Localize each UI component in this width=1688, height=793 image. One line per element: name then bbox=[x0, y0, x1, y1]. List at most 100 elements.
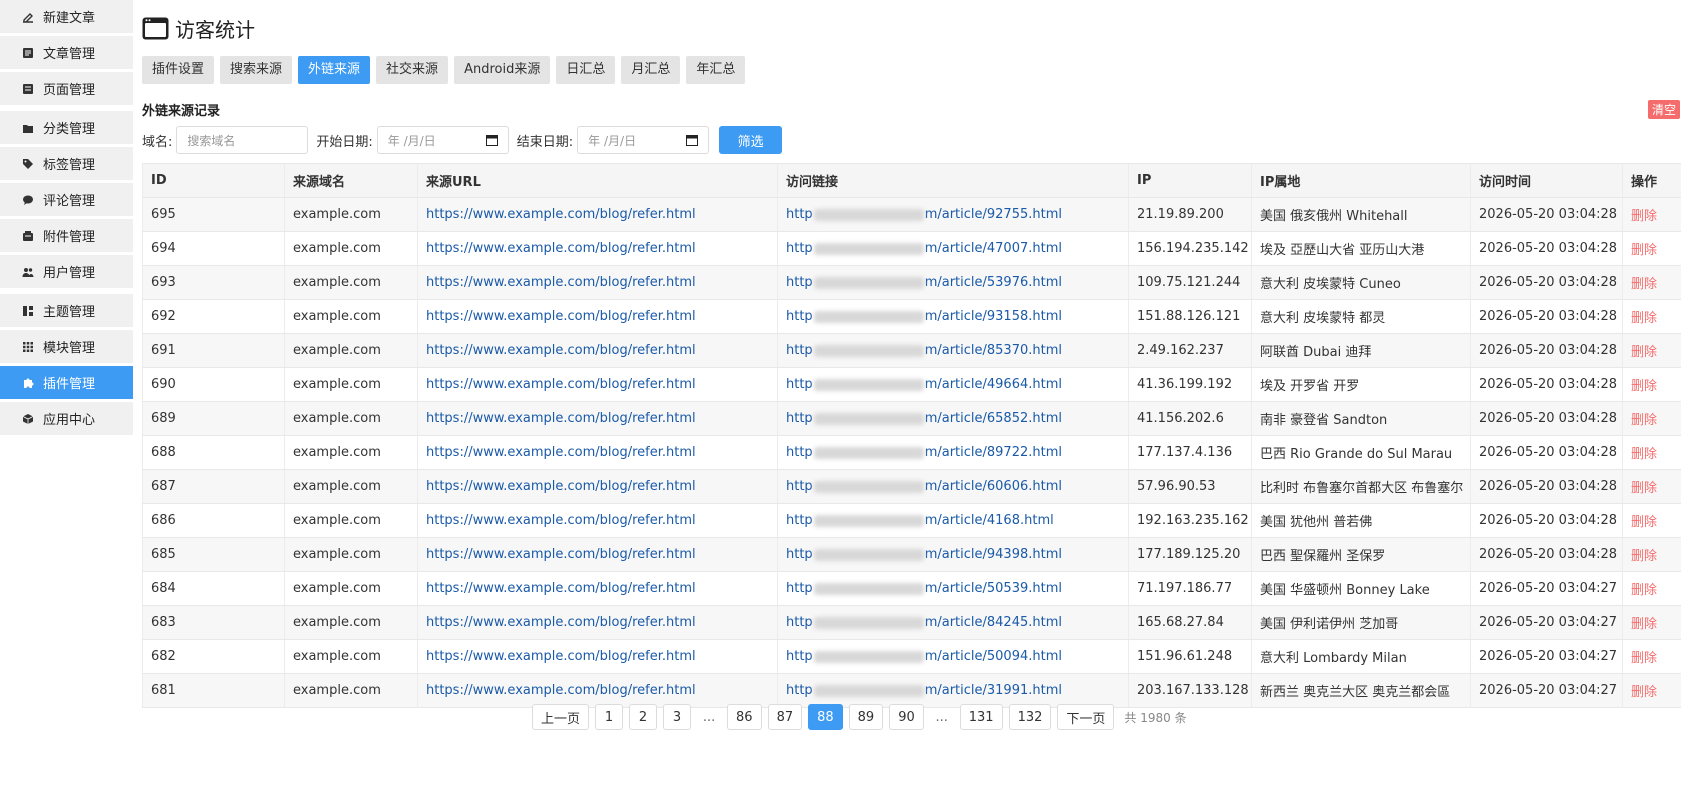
page-button[interactable]: 132 bbox=[1008, 704, 1052, 730]
row-visit-link[interactable]: http m/article/49664.html bbox=[777, 367, 1129, 402]
row-source-url[interactable]: https://www.example.com/blog/refer.html bbox=[417, 605, 778, 640]
row-domain: example.com bbox=[284, 197, 418, 232]
row-source-url[interactable]: https://www.example.com/blog/refer.html bbox=[417, 367, 778, 402]
tab[interactable]: 年汇总 bbox=[686, 56, 746, 84]
filter-button[interactable]: 筛选 bbox=[719, 126, 783, 154]
tab[interactable]: 月汇总 bbox=[621, 56, 681, 84]
row-source-url[interactable]: https://www.example.com/blog/refer.html bbox=[417, 231, 778, 266]
tab[interactable]: 社交来源 bbox=[376, 56, 449, 84]
calendar-icon[interactable] bbox=[686, 134, 699, 146]
table-row: 685 example.com https://www.example.com/bl… bbox=[142, 537, 1681, 572]
calendar-icon[interactable] bbox=[485, 134, 498, 146]
sidebar-item[interactable]: 文章管理 bbox=[0, 36, 133, 69]
domain-search-input[interactable]: 搜索域名 bbox=[176, 126, 309, 154]
row-source-url[interactable]: https://www.example.com/blog/refer.html bbox=[417, 571, 778, 606]
row-visit-link[interactable]: http m/article/65852.html bbox=[777, 401, 1129, 436]
row-visit-link[interactable]: http m/article/93158.html bbox=[777, 299, 1129, 334]
tab[interactable]: Android来源 bbox=[454, 56, 551, 84]
page-button[interactable]: 86 bbox=[727, 704, 762, 730]
row-source-url[interactable]: https://www.example.com/blog/refer.html bbox=[417, 503, 778, 538]
row-visit-link[interactable]: http m/article/53976.html bbox=[777, 265, 1129, 300]
row-ip: 41.156.202.6 bbox=[1128, 401, 1252, 436]
row-visit-link[interactable]: http m/article/84245.html bbox=[777, 605, 1129, 640]
row-visit-link[interactable]: http m/article/4168.html bbox=[777, 503, 1129, 538]
row-domain: example.com bbox=[284, 401, 418, 436]
row-ip: 192.163.235.162 bbox=[1128, 503, 1252, 538]
row-domain: example.com bbox=[284, 299, 418, 334]
page-button[interactable]: 1 bbox=[595, 704, 624, 730]
sidebar-item[interactable]: 插件管理 bbox=[0, 366, 133, 399]
visit-link-prefix: http bbox=[786, 581, 813, 596]
tab[interactable]: 日汇总 bbox=[556, 56, 616, 84]
row-source-url[interactable]: https://www.example.com/blog/refer.html bbox=[417, 299, 778, 334]
row-visit-link[interactable]: http m/article/47007.html bbox=[777, 231, 1129, 266]
tab[interactable]: 外链来源 bbox=[298, 56, 371, 84]
tab[interactable]: 插件设置 bbox=[142, 56, 215, 84]
sidebar-item-label: 标签管理 bbox=[43, 158, 96, 173]
table-row: 695 example.com https://www.example.com/bl… bbox=[142, 197, 1681, 232]
sidebar-item[interactable]: 评论管理 bbox=[0, 183, 133, 216]
tag-icon bbox=[22, 158, 34, 170]
row-delete-button[interactable]: 删除 bbox=[1622, 639, 1681, 674]
sidebar-item[interactable]: 用户管理 bbox=[0, 255, 133, 288]
sidebar-item[interactable]: 标签管理 bbox=[0, 147, 133, 180]
row-visit-time: 2026-05-20 03:04:28 bbox=[1470, 299, 1623, 334]
sidebar-item[interactable]: 模块管理 bbox=[0, 330, 133, 363]
row-delete-button[interactable]: 删除 bbox=[1622, 231, 1681, 266]
sidebar-item[interactable]: 主题管理 bbox=[0, 294, 133, 327]
row-visit-link[interactable]: http m/article/50539.html bbox=[777, 571, 1129, 606]
clear-button[interactable]: 清空 bbox=[1647, 100, 1680, 119]
row-source-url[interactable]: https://www.example.com/blog/refer.html bbox=[417, 673, 778, 708]
row-delete-button[interactable]: 删除 bbox=[1622, 537, 1681, 572]
row-delete-button[interactable]: 删除 bbox=[1622, 435, 1681, 470]
row-source-url[interactable]: https://www.example.com/blog/refer.html bbox=[417, 333, 778, 368]
row-ip-location: 意大利 皮埃蒙特 Cuneo bbox=[1251, 265, 1471, 300]
row-delete-button[interactable]: 删除 bbox=[1622, 469, 1681, 504]
row-delete-button[interactable]: 删除 bbox=[1622, 605, 1681, 640]
sidebar-item[interactable]: 页面管理 bbox=[0, 72, 133, 105]
start-date-input[interactable]: 年 /月/日 bbox=[376, 126, 509, 154]
sidebar-item[interactable]: 分类管理 bbox=[0, 111, 133, 144]
page-button[interactable]: 90 bbox=[889, 704, 924, 730]
row-delete-button[interactable]: 删除 bbox=[1622, 571, 1681, 606]
sidebar-item[interactable]: 附件管理 bbox=[0, 219, 133, 252]
sidebar-item[interactable]: 应用中心 bbox=[0, 402, 133, 435]
page-button[interactable]: 88 bbox=[808, 704, 843, 730]
row-visit-link[interactable]: http m/article/89722.html bbox=[777, 435, 1129, 470]
row-source-url[interactable]: https://www.example.com/blog/refer.html bbox=[417, 639, 778, 674]
row-visit-link[interactable]: http m/article/92755.html bbox=[777, 197, 1129, 232]
page-button[interactable]: 3 bbox=[663, 704, 692, 730]
row-visit-link[interactable]: http m/article/85370.html bbox=[777, 333, 1129, 368]
prev-page-button[interactable]: 上一页 bbox=[532, 704, 590, 730]
row-source-url[interactable]: https://www.example.com/blog/refer.html bbox=[417, 469, 778, 504]
visit-link-prefix: http bbox=[786, 513, 813, 528]
next-page-button[interactable]: 下一页 bbox=[1057, 704, 1115, 730]
row-id: 688 bbox=[142, 435, 285, 470]
row-delete-button[interactable]: 删除 bbox=[1622, 673, 1681, 708]
row-visit-link[interactable]: http m/article/50094.html bbox=[777, 639, 1129, 674]
row-delete-button[interactable]: 删除 bbox=[1622, 299, 1681, 334]
row-source-url[interactable]: https://www.example.com/blog/refer.html bbox=[417, 197, 778, 232]
page-button[interactable]: 87 bbox=[767, 704, 803, 730]
tab[interactable]: 搜索来源 bbox=[220, 56, 293, 84]
row-delete-button[interactable]: 删除 bbox=[1622, 367, 1681, 402]
redacted-blur bbox=[813, 548, 924, 561]
page-button[interactable]: 131 bbox=[959, 704, 1003, 730]
row-source-url[interactable]: https://www.example.com/blog/refer.html bbox=[417, 265, 778, 300]
row-delete-button[interactable]: 删除 bbox=[1622, 333, 1681, 368]
row-visit-link[interactable]: http m/article/94398.html bbox=[777, 537, 1129, 572]
row-visit-link[interactable]: http m/article/31991.html bbox=[777, 673, 1129, 708]
row-delete-button[interactable]: 删除 bbox=[1622, 197, 1681, 232]
row-source-url[interactable]: https://www.example.com/blog/refer.html bbox=[417, 401, 778, 436]
row-source-url[interactable]: https://www.example.com/blog/refer.html bbox=[417, 435, 778, 470]
sidebar-item[interactable]: 新建文章 bbox=[0, 0, 133, 33]
row-source-url[interactable]: https://www.example.com/blog/refer.html bbox=[417, 537, 778, 572]
row-delete-button[interactable]: 删除 bbox=[1622, 265, 1681, 300]
page-button[interactable]: 2 bbox=[629, 704, 658, 730]
end-date-input[interactable]: 年 /月/日 bbox=[577, 126, 710, 154]
row-delete-button[interactable]: 删除 bbox=[1622, 503, 1681, 538]
row-visit-link[interactable]: http m/article/60606.html bbox=[777, 469, 1129, 504]
page-button[interactable]: 89 bbox=[848, 704, 884, 730]
row-delete-button[interactable]: 删除 bbox=[1622, 401, 1681, 436]
row-id: 690 bbox=[142, 367, 285, 402]
